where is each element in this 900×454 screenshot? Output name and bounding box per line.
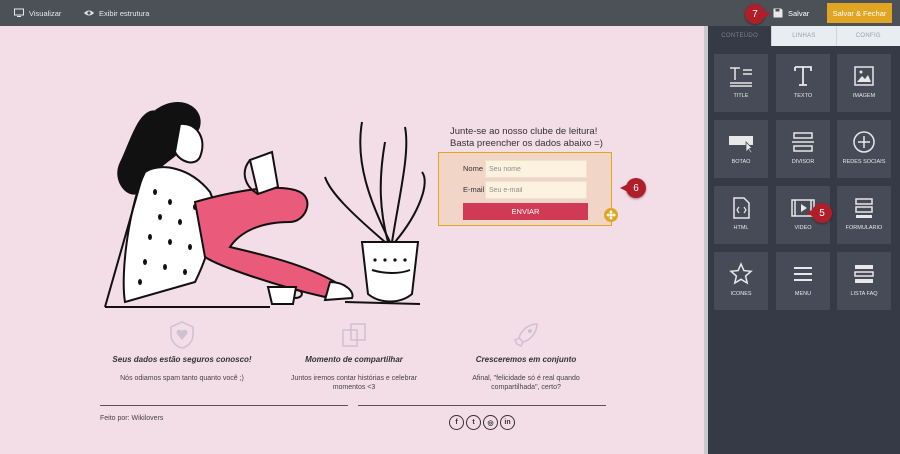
widget-icons[interactable]: ICONES — [714, 252, 768, 310]
widget-label: FORMULARIO — [845, 225, 883, 231]
feature-title: Momento de compartilhar — [305, 355, 403, 364]
image-icon — [854, 66, 874, 86]
footer-divider-left — [100, 405, 348, 406]
name-label: Nome — [463, 164, 484, 173]
eye-icon — [84, 10, 94, 16]
widget-image[interactable]: IMAGEM — [837, 54, 891, 112]
twitter-icon[interactable]: t — [466, 415, 481, 430]
social-icon — [853, 131, 875, 153]
faq-icon — [854, 265, 874, 283]
tab-content[interactable]: CONTEÚDO — [708, 26, 772, 46]
footer-credit: Feito por: Wikilovers — [100, 415, 164, 422]
email-label: E-mail — [463, 185, 485, 194]
widget-label: HTML — [733, 225, 749, 231]
star-icon — [729, 262, 753, 285]
widget-label: BOTAO — [731, 159, 751, 165]
panel-tabs: CONTEÚDO LINHAS CONFIG — [708, 26, 900, 46]
shield-heart-icon — [170, 321, 194, 349]
preview-button[interactable]: Visualizar — [14, 0, 61, 26]
html-icon — [733, 197, 750, 219]
widget-button[interactable]: BOTAO — [714, 120, 768, 178]
reading-woman-illustration — [104, 101, 426, 308]
widget-social[interactable]: REDES SOCIAIS — [837, 120, 891, 178]
title-icon — [730, 67, 752, 87]
show-structure-label: Exibir estrutura — [99, 8, 150, 18]
newsletter-headline: Junte-se ao nosso clube de leitura! Bast… — [450, 126, 630, 150]
widget-label: MENU — [794, 291, 812, 297]
step-marker-7: 7 — [745, 4, 771, 24]
share-icon — [342, 323, 366, 347]
instagram-icon[interactable]: ◎ — [483, 415, 498, 430]
save-label: Salvar — [788, 8, 810, 18]
feature-title: Seus dados estão seguros conosco! — [112, 355, 252, 364]
save-and-close-button[interactable]: Salvar & Fechar — [827, 3, 892, 23]
name-input[interactable] — [485, 160, 587, 178]
widget-faq[interactable]: LISTA FAQ — [837, 252, 891, 310]
name-row: Nome — [439, 160, 613, 178]
rocket-icon — [513, 323, 538, 348]
facebook-icon[interactable]: f — [449, 415, 464, 430]
move-arrows-icon — [606, 210, 616, 220]
widget-label: TEXTO — [793, 93, 813, 99]
widget-divider[interactable]: DIVISOR — [776, 120, 830, 178]
divider-icon — [792, 132, 814, 152]
widget-label: IMAGEM — [852, 93, 876, 99]
subscription-form[interactable]: Nome E-mail ENVIAR — [438, 152, 612, 226]
headline-line-2: Basta preencher os dados abaixo =) — [450, 138, 603, 149]
widget-label: ICONES — [730, 291, 752, 297]
text-icon — [794, 66, 812, 86]
save-button[interactable]: Salvar — [773, 0, 809, 26]
step-marker-5: 5 — [806, 203, 832, 223]
form-icon — [855, 198, 873, 218]
feature-desc: Afinal, "felicidade só é real quando com… — [472, 375, 580, 391]
social-links: f t ◎ in — [449, 415, 515, 430]
floppy-disk-icon — [773, 8, 783, 18]
send-button[interactable]: ENVIAR — [463, 203, 588, 220]
widget-label: DIVISOR — [791, 159, 815, 165]
button-icon — [729, 136, 753, 154]
email-input[interactable] — [485, 181, 587, 199]
linkedin-icon[interactable]: in — [500, 415, 515, 430]
move-handle[interactable] — [604, 208, 618, 222]
feature-desc: Juntos iremos contar histórias e celebra… — [290, 375, 418, 391]
widget-form[interactable]: FORMULARIO — [837, 186, 891, 244]
widget-label: LISTA FAQ — [850, 291, 878, 297]
widget-label: VIDEO — [794, 225, 812, 231]
widget-label: REDES SOCIAIS — [842, 159, 886, 165]
blocks-panel: CONTEÚDO LINHAS CONFIG TITLE TEXTO IMAGE… — [708, 26, 900, 454]
widget-menu[interactable]: MENU — [776, 252, 830, 310]
widget-text[interactable]: TEXTO — [776, 54, 830, 112]
feature-desc: Nós odiamos spam tanto quanto você ;) — [120, 375, 244, 382]
email-row: E-mail — [439, 181, 613, 199]
show-structure-button[interactable]: Exibir estrutura — [84, 0, 149, 26]
widget-label: TITLE — [733, 93, 749, 99]
feature-title: Cresceremos em conjunto — [475, 355, 577, 364]
step-marker-6: 6 — [620, 178, 646, 198]
widget-html[interactable]: HTML — [714, 186, 768, 244]
editor-canvas[interactable]: Junte-se ao nosso clube de leitura! Bast… — [0, 26, 706, 454]
preview-label: Visualizar — [29, 8, 62, 18]
footer-divider-right — [358, 405, 606, 406]
tab-config[interactable]: CONFIG — [835, 26, 900, 46]
headline-line-1: Junte-se ao nosso clube de leitura! — [450, 126, 598, 137]
tab-rows[interactable]: LINHAS — [771, 26, 836, 46]
monitor-icon — [14, 8, 24, 17]
widget-title[interactable]: TITLE — [714, 54, 768, 112]
menu-icon — [794, 267, 812, 281]
